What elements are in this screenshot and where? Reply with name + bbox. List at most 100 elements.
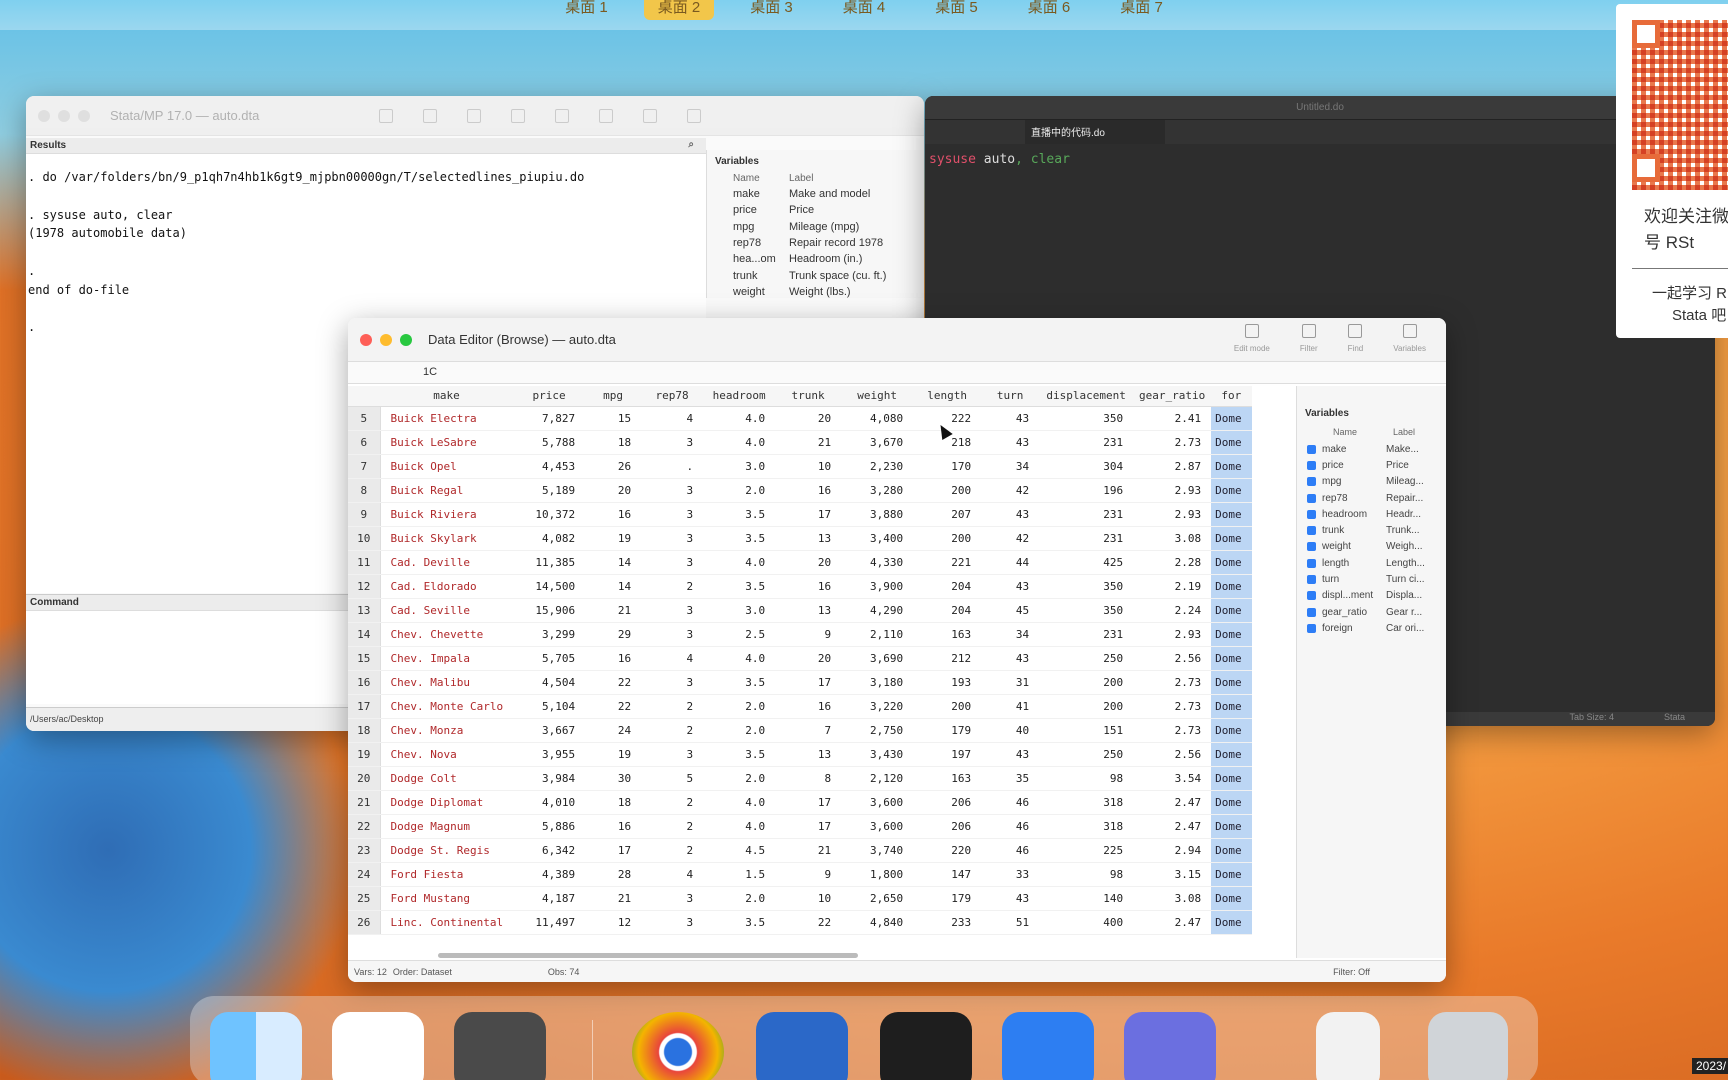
- variable-row[interactable]: turn Turn ci...: [1297, 571, 1446, 587]
- data-cell[interactable]: 12: [585, 910, 642, 935]
- data-cell[interactable]: 233: [913, 910, 982, 935]
- data-cell[interactable]: 10: [775, 454, 842, 479]
- variable-row[interactable]: trunk Trunk...: [1297, 522, 1446, 538]
- data-cell[interactable]: 42: [981, 478, 1040, 503]
- data-cell[interactable]: 17: [775, 502, 842, 527]
- space-tab[interactable]: 桌面 2: [643, 0, 715, 20]
- minimize-button[interactable]: [58, 109, 70, 122]
- row-number[interactable]: 9: [348, 502, 381, 527]
- data-cell[interactable]: 33: [981, 862, 1040, 887]
- data-cell[interactable]: Cad. Eldorado: [380, 574, 514, 599]
- data-cell[interactable]: 3,220: [841, 694, 914, 719]
- variable-checkbox[interactable]: [1307, 607, 1316, 617]
- data-cell[interactable]: 3,600: [841, 790, 914, 815]
- data-cell[interactable]: Dodge Diplomat: [380, 790, 514, 815]
- data-cell[interactable]: 24: [585, 718, 642, 743]
- data-cell[interactable]: 14: [585, 574, 642, 599]
- toolbar-log-icon[interactable]: [511, 108, 526, 123]
- row-number[interactable]: 11: [348, 550, 381, 575]
- data-cell[interactable]: Dome: [1211, 502, 1252, 527]
- column-header[interactable]: headroom: [703, 386, 776, 407]
- data-cell[interactable]: 204: [913, 598, 982, 623]
- toolbar-break-icon[interactable]: [687, 108, 702, 123]
- data-cell[interactable]: 221: [913, 550, 982, 575]
- data-cell[interactable]: 2.73: [1133, 670, 1212, 695]
- data-cell[interactable]: 318: [1039, 814, 1134, 839]
- data-cell[interactable]: 8: [775, 766, 842, 791]
- data-cell[interactable]: 15: [585, 406, 642, 431]
- data-cell[interactable]: 4,082: [513, 526, 586, 551]
- data-cell[interactable]: Dome: [1211, 862, 1252, 887]
- data-cell[interactable]: 3,670: [841, 430, 914, 455]
- toolbar-graph-icon[interactable]: [599, 108, 614, 123]
- data-cell[interactable]: 170: [913, 454, 982, 479]
- data-cell[interactable]: 5,189: [513, 478, 586, 503]
- variable-row[interactable]: trunk Trunk space (cu. ft.): [707, 267, 924, 283]
- toolbar-save-icon[interactable]: [423, 108, 438, 123]
- column-header[interactable]: gear_ratio: [1133, 386, 1212, 407]
- data-cell[interactable]: 2: [641, 694, 704, 719]
- row-number[interactable]: 26: [348, 910, 381, 935]
- data-cell[interactable]: 4,330: [841, 550, 914, 575]
- data-cell[interactable]: 4.0: [703, 406, 776, 431]
- column-header[interactable]: for: [1211, 386, 1252, 407]
- launchpad-icon[interactable]: [1124, 1012, 1216, 1080]
- variable-checkbox[interactable]: [1307, 493, 1316, 503]
- variable-row[interactable]: mpg Mileag...: [1297, 474, 1446, 490]
- data-cell[interactable]: 42: [981, 526, 1040, 551]
- data-cell[interactable]: 3: [641, 742, 704, 767]
- variable-row[interactable]: make Make...: [1297, 441, 1446, 457]
- data-cell[interactable]: Dome: [1211, 718, 1252, 743]
- data-cell[interactable]: 3.0: [703, 454, 776, 479]
- data-cell[interactable]: Dome: [1211, 694, 1252, 719]
- sublime-text-icon[interactable]: [454, 1012, 546, 1080]
- column-header[interactable]: displacement: [1039, 386, 1134, 407]
- data-cell[interactable]: Buick Electra: [380, 406, 514, 431]
- data-cell[interactable]: 20: [775, 406, 842, 431]
- data-cell[interactable]: Dome: [1211, 574, 1252, 599]
- variable-row[interactable]: rep78 Repair record 1978: [707, 235, 924, 251]
- data-cell[interactable]: 3.5: [703, 502, 776, 527]
- data-cell[interactable]: 98: [1039, 862, 1134, 887]
- data-cell[interactable]: Dodge Colt: [380, 766, 514, 791]
- variable-checkbox[interactable]: [1307, 444, 1316, 454]
- variable-row[interactable]: gear_ratio Gear r...: [1297, 604, 1446, 620]
- variable-row[interactable]: length Length...: [1297, 555, 1446, 571]
- variable-row[interactable]: weight Weigh...: [1297, 539, 1446, 555]
- data-cell[interactable]: 4.0: [703, 646, 776, 671]
- data-cell[interactable]: 43: [981, 886, 1040, 911]
- data-cell[interactable]: 51: [981, 910, 1040, 935]
- data-cell[interactable]: 2.56: [1133, 646, 1212, 671]
- data-cell[interactable]: 2.5: [703, 622, 776, 647]
- row-number[interactable]: 14: [348, 622, 381, 647]
- data-cell[interactable]: 4.5: [703, 838, 776, 863]
- variable-checkbox[interactable]: [1307, 558, 1316, 568]
- toolbar-tool[interactable]: Edit mode: [1234, 324, 1270, 353]
- data-cell[interactable]: 2.93: [1133, 622, 1212, 647]
- data-cell[interactable]: Buick Opel: [380, 454, 514, 479]
- data-cell[interactable]: 3,400: [841, 526, 914, 551]
- data-cell[interactable]: 2.94: [1133, 838, 1212, 863]
- data-cell[interactable]: 35: [981, 766, 1040, 791]
- data-cell[interactable]: 10: [775, 886, 842, 911]
- data-cell[interactable]: Dodge Magnum: [380, 814, 514, 839]
- data-cell[interactable]: 4: [641, 406, 704, 431]
- data-cell[interactable]: 4.0: [703, 550, 776, 575]
- data-cell[interactable]: 4,080: [841, 406, 914, 431]
- table-row[interactable]: 26 Linc. Continental 11,497 12 3 3.5 22 4,840 23…: [348, 910, 1252, 935]
- row-number[interactable]: 25: [348, 886, 381, 911]
- table-row[interactable]: 25 Ford Mustang 4,187 21 3 2.0 10 2,650 179 43 140…: [348, 886, 1252, 911]
- data-cell[interactable]: 16: [775, 574, 842, 599]
- data-cell[interactable]: Chev. Monza: [380, 718, 514, 743]
- data-cell[interactable]: 15,906: [513, 598, 586, 623]
- data-cell[interactable]: 43: [981, 742, 1040, 767]
- table-row[interactable]: 14 Chev. Chevette 3,299 29 3 2.5 9 2,110 163 34 23…: [348, 622, 1252, 647]
- data-cell[interactable]: 400: [1039, 910, 1134, 935]
- data-cell[interactable]: 2.24: [1133, 598, 1212, 623]
- toolbar-print-icon[interactable]: [467, 108, 482, 123]
- toolbar-tool[interactable]: Variables: [1393, 324, 1426, 353]
- table-row[interactable]: 10 Buick Skylark 4,082 19 3 3.5 13 3,400 200 42 23…: [348, 526, 1252, 551]
- table-row[interactable]: 7 Buick Opel 4,453 26. 3.0 10 2,230 170 34 304 2.8…: [348, 454, 1252, 479]
- data-cell[interactable]: 22: [775, 910, 842, 935]
- space-tab[interactable]: 桌面 6: [1014, 0, 1085, 20]
